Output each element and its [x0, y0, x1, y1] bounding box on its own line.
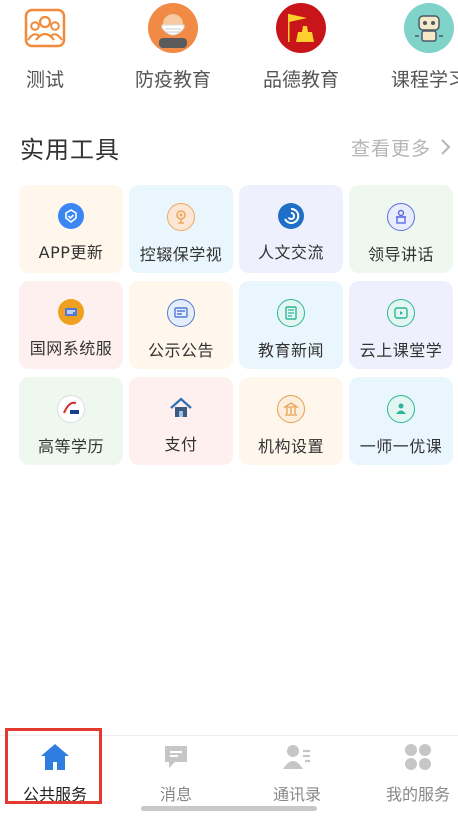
home-indicator: [141, 806, 317, 811]
tool-institution-setup[interactable]: 机构设置: [239, 377, 343, 465]
tool-label: 云上课堂学: [359, 341, 443, 360]
tab-label: 消息: [159, 785, 192, 804]
tab-messages[interactable]: 消息: [121, 736, 231, 806]
category-moral-education[interactable]: 品德教育: [246, 0, 356, 92]
tool-label: 教育新闻: [257, 341, 324, 360]
tool-label: APP更新: [38, 243, 104, 262]
tool-label: 机构设置: [257, 437, 324, 456]
grid-services-icon: [363, 741, 458, 773]
tab-label: 通讯录: [272, 785, 321, 804]
tool-label: 支付: [164, 435, 198, 454]
category-label: 品德教育: [262, 69, 339, 91]
institution-icon: [277, 395, 305, 423]
category-test[interactable]: 测试: [0, 0, 100, 92]
flag-monument-icon: [276, 3, 326, 53]
tool-leader-speech[interactable]: 领导讲话: [349, 185, 453, 273]
category-label: 测试: [25, 69, 64, 91]
mask-icon: [148, 3, 198, 53]
tools-section-title: 实用工具: [20, 136, 120, 164]
tool-one-teacher-one-class[interactable]: 一师一优课: [349, 377, 453, 465]
people-icon: [20, 3, 70, 53]
view-more-label: 查看更多: [350, 138, 431, 160]
robot-course-icon: [404, 3, 454, 53]
category-label: 课程学习: [390, 69, 458, 91]
tool-label: 一师一优课: [359, 437, 443, 456]
chevron-right-icon: [440, 138, 452, 161]
podium-icon: [387, 203, 415, 231]
tool-label: 人文交流: [257, 243, 324, 262]
category-course-learning[interactable]: 课程学习: [374, 0, 458, 92]
tool-cloud-classroom[interactable]: 云上课堂学: [349, 281, 453, 369]
tool-higher-education[interactable]: 高等学历: [19, 377, 123, 465]
tab-my-services[interactable]: 我的服务: [363, 736, 458, 806]
tab-contacts[interactable]: 通讯录: [242, 736, 352, 806]
tool-label: 高等学历: [37, 437, 104, 456]
house-icon: [168, 395, 194, 421]
contacts-icon: [242, 741, 352, 773]
tool-payment[interactable]: 支付: [129, 377, 233, 465]
tool-label: 领导讲话: [367, 245, 434, 264]
tool-dropout-prevention[interactable]: 控辍保学视: [129, 185, 233, 273]
view-more-link[interactable]: 查看更多: [351, 134, 452, 161]
swirl-icon: [278, 203, 304, 229]
location-pin-icon: [167, 203, 195, 231]
tool-network-service[interactable]: 国网系统服: [19, 281, 123, 369]
category-label: 防疫教育: [134, 69, 211, 91]
tool-public-notice[interactable]: 公示公告: [129, 281, 233, 369]
tab-label: 我的服务: [385, 785, 450, 804]
network-service-icon: [58, 299, 84, 325]
notice-board-icon: [167, 299, 195, 327]
category-epidemic-education[interactable]: 防疫教育: [118, 0, 228, 92]
app-update-icon: [58, 203, 84, 229]
tool-education-news[interactable]: 教育新闻: [239, 281, 343, 369]
chsi-logo-icon: [57, 395, 85, 423]
tool-label: 公示公告: [147, 341, 214, 360]
newspaper-icon: [277, 299, 305, 327]
video-play-icon: [387, 299, 415, 327]
tool-app-update[interactable]: APP更新: [19, 185, 123, 273]
message-icon: [121, 741, 231, 773]
tool-cultural-exchange[interactable]: 人文交流: [239, 185, 343, 273]
category-row: 测试 防疫教育 品德教育 课程学习: [0, 0, 458, 100]
tab-public-service[interactable]: 公共服务: [0, 728, 110, 806]
tool-label: 国网系统服: [29, 339, 113, 358]
tool-label: 控辍保学视: [139, 245, 223, 264]
teacher-icon: [387, 395, 415, 423]
selection-outline: [5, 728, 102, 804]
